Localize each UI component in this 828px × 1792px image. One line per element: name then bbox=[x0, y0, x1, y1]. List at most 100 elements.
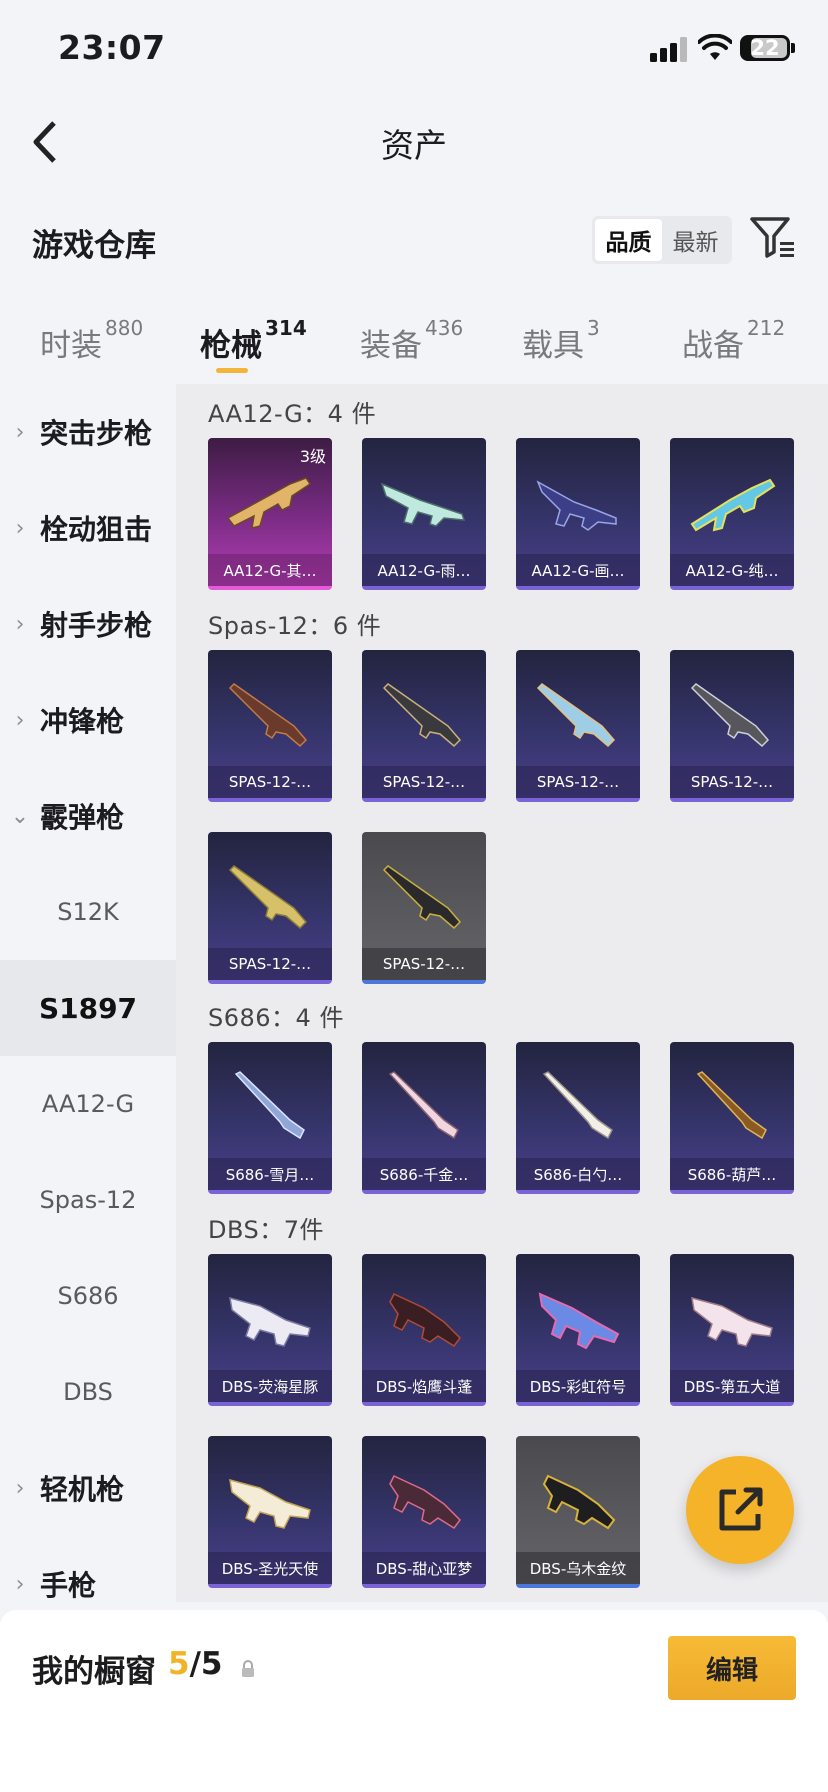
active-tab-indicator bbox=[216, 368, 248, 373]
weapon-card[interactable]: S686-千金… bbox=[362, 1042, 486, 1194]
filter-icon[interactable] bbox=[750, 216, 796, 260]
sidebar-item-label: 冲锋枪 bbox=[40, 705, 125, 738]
sidebar-item-smg[interactable]: › 冲锋枪 bbox=[0, 672, 176, 768]
weapon-card[interactable]: AA12-G-画… bbox=[516, 438, 640, 590]
weapon-card[interactable]: S686-白勺… bbox=[516, 1042, 640, 1194]
tab-vehicles[interactable]: 载具 3 bbox=[522, 316, 600, 365]
weapon-card[interactable]: DBS-焰鹰斗蓬 bbox=[362, 1254, 486, 1406]
weapon-image-icon bbox=[229, 1478, 311, 1529]
weapon-card[interactable]: SPAS-12-… bbox=[208, 832, 332, 984]
sidebar-sub-dbs[interactable]: DBS bbox=[0, 1344, 176, 1440]
tab-count: 436 bbox=[425, 316, 464, 340]
edit-button[interactable]: 编辑 bbox=[668, 1636, 796, 1700]
weapon-name: AA12-G-纯… bbox=[670, 554, 794, 586]
weapon-card[interactable]: SPAS-12-… bbox=[208, 650, 332, 802]
weapon-card[interactable]: SPAS-12-… bbox=[362, 650, 486, 802]
weapon-card[interactable]: SPAS-12-… bbox=[670, 650, 794, 802]
sidebar-item-assault-rifle[interactable]: › 突击步枪 bbox=[0, 384, 176, 480]
sort-quality-button[interactable]: 品质 bbox=[595, 219, 662, 261]
weapon-card[interactable]: SPAS-12-… bbox=[362, 832, 486, 984]
weapon-name: S686-千金… bbox=[362, 1158, 486, 1190]
weapon-image-icon bbox=[228, 683, 308, 748]
weapon-name: DBS-圣光天使 bbox=[208, 1552, 332, 1584]
weapon-card[interactable]: AA12-G-纯… bbox=[670, 438, 794, 590]
chevron-right-icon: › bbox=[15, 1475, 25, 1501]
weapon-image-icon bbox=[536, 683, 616, 748]
weapon-name: SPAS-12-… bbox=[516, 766, 640, 798]
weapon-card[interactable]: DBS-彩虹符号 bbox=[516, 1254, 640, 1406]
chevron-right-icon: › bbox=[15, 1571, 25, 1597]
weapon-card[interactable]: S686-雪月… bbox=[208, 1042, 332, 1194]
sidebar-sub-aa12g[interactable]: AA12-G bbox=[0, 1056, 176, 1152]
tab-firearms[interactable]: 枪械 314 bbox=[200, 316, 307, 365]
sidebar-sub-spas12[interactable]: Spas-12 bbox=[0, 1152, 176, 1248]
weapon-name: SPAS-12-… bbox=[208, 766, 332, 798]
tab-combat-gear[interactable]: 战备 212 bbox=[682, 316, 785, 365]
weapon-card[interactable]: DBS-乌木金纹 bbox=[516, 1436, 640, 1588]
weapon-image-icon bbox=[389, 1293, 461, 1348]
weapon-image-icon bbox=[690, 683, 770, 748]
tab-label: 时装 bbox=[40, 328, 102, 364]
share-icon bbox=[719, 1487, 763, 1531]
sort-toggle: 品质 最新 bbox=[592, 216, 732, 264]
status-time: 23:07 bbox=[58, 28, 166, 67]
weapon-image-icon bbox=[389, 1475, 461, 1530]
weapon-name: AA12-G-画… bbox=[516, 554, 640, 586]
tab-count: 212 bbox=[747, 316, 786, 340]
category-tabs: 时装 880 枪械 314 装备 436 载具 3 战备 212 bbox=[0, 310, 828, 380]
showcase-label: 我的橱窗 bbox=[32, 1654, 156, 1690]
weapon-card[interactable]: S686-葫芦… bbox=[670, 1042, 794, 1194]
group-title: Spas-12：6 件 bbox=[208, 612, 382, 640]
showcase-total: /5 bbox=[189, 1646, 223, 1682]
weapon-image-icon bbox=[382, 865, 462, 930]
showcase-count: 5/5 bbox=[168, 1646, 222, 1682]
weapon-image-icon bbox=[380, 482, 466, 527]
sidebar-item-label: 轻机枪 bbox=[40, 1473, 125, 1506]
sidebar-item-label: 射手步枪 bbox=[40, 609, 153, 642]
weapon-name: SPAS-12-… bbox=[362, 766, 486, 798]
weapon-name: AA12-G-雨… bbox=[362, 554, 486, 586]
weapon-card[interactable]: 3级 AA12-G-其… bbox=[208, 438, 332, 590]
battery-icon: 22 bbox=[740, 35, 790, 61]
sidebar-item-shotgun[interactable]: ⌄ 霰弹枪 bbox=[0, 768, 176, 864]
sidebar-item-label: 栓动狙击 bbox=[40, 513, 153, 546]
weapon-name: DBS-焰鹰斗蓬 bbox=[362, 1370, 486, 1402]
tab-label: 战备 bbox=[682, 328, 744, 364]
weapon-card[interactable]: DBS-圣光天使 bbox=[208, 1436, 332, 1588]
chevron-right-icon: › bbox=[15, 515, 25, 541]
weapon-name: DBS-彩虹符号 bbox=[516, 1370, 640, 1402]
sidebar-sub-s12k[interactable]: S12K bbox=[0, 864, 176, 960]
tab-label: 装备 bbox=[360, 328, 422, 364]
tab-label: 枪械 bbox=[200, 328, 262, 364]
page-title: 资产 bbox=[381, 126, 447, 165]
weapon-card[interactable]: SPAS-12-… bbox=[516, 650, 640, 802]
sidebar-item-marksman-rifle[interactable]: › 射手步枪 bbox=[0, 576, 176, 672]
chevron-right-icon: › bbox=[15, 611, 25, 637]
sort-latest-button[interactable]: 最新 bbox=[662, 219, 729, 261]
group-title: S686：4 件 bbox=[208, 1004, 344, 1032]
weapon-card[interactable]: DBS-第五大道 bbox=[670, 1254, 794, 1406]
weapon-name: SPAS-12-… bbox=[362, 948, 486, 980]
sidebar-sub-s686[interactable]: S686 bbox=[0, 1248, 176, 1344]
weapon-image-icon bbox=[228, 865, 308, 930]
tab-fashion[interactable]: 时装 880 bbox=[40, 316, 143, 365]
weapon-card[interactable]: AA12-G-雨… bbox=[362, 438, 486, 590]
weapon-image-icon bbox=[538, 1292, 620, 1350]
level-badge: 3级 bbox=[299, 447, 326, 466]
weapon-card[interactable]: DBS-甜心亚梦 bbox=[362, 1436, 486, 1588]
weapon-name: DBS-乌木金纹 bbox=[516, 1552, 640, 1584]
battery-percent: 22 bbox=[750, 36, 780, 60]
group-title: AA12-G：4 件 bbox=[208, 400, 377, 428]
weapon-name: DBS-荧海星豚 bbox=[208, 1370, 332, 1402]
share-button[interactable] bbox=[686, 1456, 794, 1564]
sidebar-item-label: 霰弹枪 bbox=[40, 801, 125, 834]
weapon-image-icon bbox=[542, 1474, 616, 1530]
weapon-name: AA12-G-其… bbox=[208, 554, 332, 586]
weapon-card[interactable]: DBS-荧海星豚 bbox=[208, 1254, 332, 1406]
sidebar-item-bolt-sniper[interactable]: › 栓动狙击 bbox=[0, 480, 176, 576]
tab-equipment[interactable]: 装备 436 bbox=[360, 316, 463, 365]
tab-count: 880 bbox=[105, 316, 144, 340]
sidebar-sub-s1897[interactable]: S1897 bbox=[0, 960, 176, 1056]
weapon-image-icon bbox=[542, 1071, 613, 1140]
sidebar-item-lmg[interactable]: › 轻机枪 bbox=[0, 1440, 176, 1536]
